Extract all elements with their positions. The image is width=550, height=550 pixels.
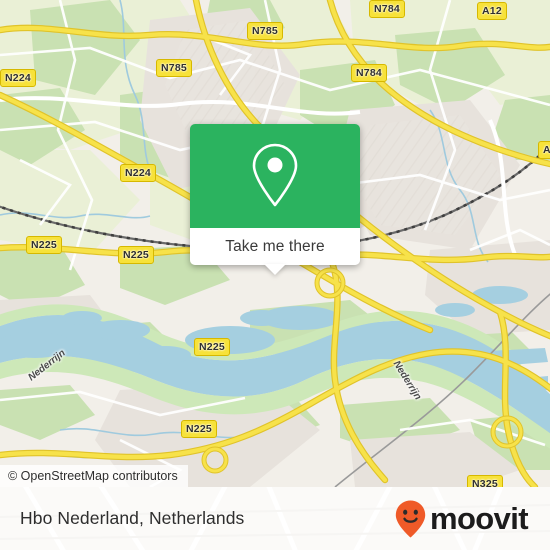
road-shield: N224 [0, 69, 36, 87]
road-shield: N785 [156, 59, 192, 77]
popup-pointer [264, 264, 286, 275]
location-pin-icon [252, 143, 298, 207]
road-shield: N225 [181, 420, 217, 438]
road-shield: N225 [118, 246, 154, 264]
moovit-wordmark: moovit [429, 501, 529, 536]
map-attribution[interactable]: © OpenStreetMap contributors [0, 465, 188, 487]
moovit-logo[interactable]: moovit [394, 499, 529, 539]
take-me-there-label: Take me there [225, 237, 325, 255]
road-shield: A12 [477, 2, 507, 20]
road-shield: A50 [538, 141, 550, 159]
place-name-label: Hbo Nederland, Netherlands [20, 508, 245, 528]
map-viewport[interactable]: N785 N784 A12 N785 N784 N224 A50 N224 N225 N225 N2… [0, 0, 550, 487]
road-shield: N785 [247, 22, 283, 40]
road-shield: N784 [351, 64, 387, 82]
moovit-map-screenshot: N785 N784 A12 N785 N784 N224 A50 N224 N225 N225 N2… [0, 0, 550, 550]
popup-icon-area [190, 124, 360, 228]
moovit-smiley-pin-icon [395, 500, 426, 537]
road-shield: N325 [467, 475, 503, 487]
road-shield: N784 [369, 0, 405, 18]
location-popup-card[interactable]: Take me there [190, 124, 360, 275]
road-shield: N224 [120, 164, 156, 182]
road-shield: N225 [194, 338, 230, 356]
road-shield: N225 [26, 236, 62, 254]
popup-cta[interactable]: Take me there [190, 228, 360, 275]
footer-bar: Hbo Nederland, Netherlands moovit [0, 487, 550, 550]
